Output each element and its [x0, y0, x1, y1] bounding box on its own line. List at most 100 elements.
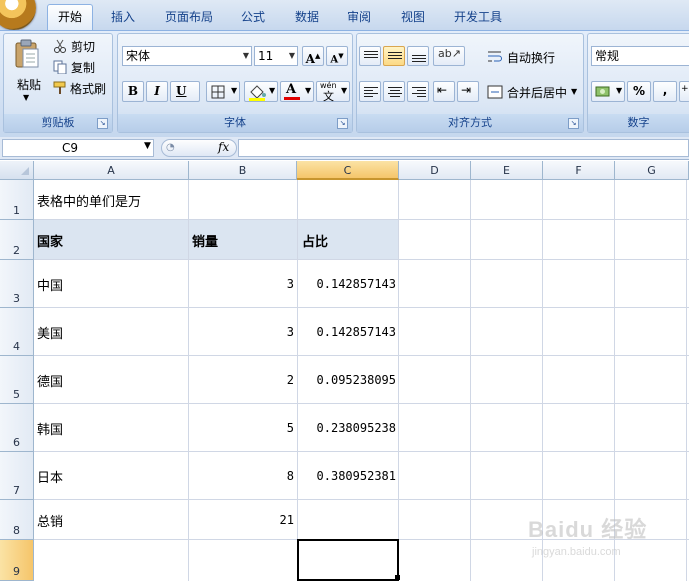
comma-button[interactable]: ,	[653, 81, 677, 102]
align-left-button[interactable]	[359, 81, 381, 102]
cell-c6[interactable]: 0.238095238	[297, 421, 396, 435]
align-left-icon	[364, 87, 378, 99]
fill-handle[interactable]	[395, 575, 400, 580]
cell-a4[interactable]: 美国	[37, 323, 63, 342]
cut-button[interactable]: 剪切	[50, 36, 110, 54]
align-center-button[interactable]	[383, 81, 405, 102]
shrink-font-button[interactable]: A▼	[326, 46, 348, 66]
borders-button[interactable]: ▼	[206, 81, 240, 102]
cell-b8[interactable]: 21	[189, 513, 294, 527]
font-size-select[interactable]: 11 ▼	[254, 46, 298, 66]
grow-font-button[interactable]: A▲	[302, 46, 324, 66]
tab-review[interactable]: 审阅	[337, 6, 381, 28]
cell-b3[interactable]: 3	[189, 277, 294, 291]
active-cell-c9[interactable]	[297, 539, 399, 581]
align-top-button[interactable]	[359, 46, 381, 66]
decrease-indent-button[interactable]: ⇤	[433, 81, 455, 102]
column-header-g[interactable]: G	[615, 161, 689, 180]
cell-c4[interactable]: 0.142857143	[297, 325, 396, 339]
tab-home[interactable]: 开始	[47, 4, 94, 30]
cell-c5[interactable]: 0.095238095	[297, 373, 396, 387]
number-format-select[interactable]: 常规	[591, 46, 689, 66]
column-header-d[interactable]: D	[399, 161, 471, 180]
cell-a1[interactable]: 表格中的单们是万	[37, 191, 141, 210]
tab-data[interactable]: 数据	[285, 6, 329, 28]
row-header-4[interactable]: 4	[0, 308, 34, 356]
merge-center-button[interactable]: 合并后居中 ▼	[484, 81, 580, 102]
tab-page-layout[interactable]: 页面布局	[155, 6, 223, 28]
column-header-f[interactable]: F	[543, 161, 615, 180]
chevron-down-icon: ▼	[571, 87, 578, 96]
alignment-group: ab↗ 自动换行 ⇤ ⇥ 合并后居中 ▼ 对齐方式 ↘	[356, 33, 584, 133]
percent-button[interactable]: %	[627, 81, 651, 102]
dialog-launcher-icon[interactable]: ↘	[97, 118, 108, 129]
fill-color-button[interactable]: ▼	[244, 81, 278, 102]
cell-c3[interactable]: 0.142857143	[297, 277, 396, 291]
cell-a5[interactable]: 德国	[37, 371, 63, 390]
font-color-swatch	[284, 97, 300, 100]
font-name-select[interactable]: 宋体 ▼	[122, 46, 252, 66]
resize-handle-icon[interactable]: ◔	[166, 142, 175, 153]
column-header-a[interactable]: A	[34, 161, 189, 180]
cell-b4[interactable]: 3	[189, 325, 294, 339]
tab-developer[interactable]: 开发工具	[444, 6, 512, 28]
cell-a6[interactable]: 韩国	[37, 419, 63, 438]
row-number: 2	[13, 244, 20, 257]
row-header-3[interactable]: 3	[0, 260, 34, 308]
formula-input[interactable]	[238, 139, 689, 157]
tab-insert[interactable]: 插入	[101, 6, 145, 28]
cell-b7[interactable]: 8	[189, 469, 294, 483]
orientation-button[interactable]: ab↗	[433, 46, 465, 66]
row-header-5[interactable]: 5	[0, 356, 34, 404]
chevron-down-icon: ▼	[242, 51, 249, 60]
cell-a8[interactable]: 总销	[37, 511, 63, 530]
row-number: 6	[13, 436, 20, 449]
text-orientation-icon: ab↗	[438, 47, 461, 60]
italic-button[interactable]: I	[146, 81, 168, 102]
align-middle-button[interactable]	[383, 46, 405, 66]
column-header-c[interactable]: C	[297, 161, 399, 180]
increase-indent-button[interactable]: ⇥	[457, 81, 479, 102]
cell-a7[interactable]: 日本	[37, 467, 63, 486]
row-header-7[interactable]: 7	[0, 452, 34, 500]
cell-a2[interactable]: 国家	[37, 231, 63, 250]
cell-b6[interactable]: 5	[189, 421, 294, 435]
borders-icon	[211, 85, 225, 99]
select-all-corner[interactable]	[0, 161, 34, 180]
tab-formulas[interactable]: 公式	[231, 6, 275, 28]
align-right-button[interactable]	[407, 81, 429, 102]
font-color-button[interactable]: A ▼	[280, 81, 314, 102]
row-header-9[interactable]: 9	[0, 540, 34, 581]
cell-b5[interactable]: 2	[189, 373, 294, 387]
row-header-2[interactable]: 2	[0, 220, 34, 260]
column-header-b[interactable]: B	[189, 161, 297, 180]
increase-decimal-button[interactable]: +.0	[679, 81, 689, 102]
currency-button[interactable]: ▼	[591, 81, 625, 102]
column-header-e[interactable]: E	[471, 161, 543, 180]
tab-view[interactable]: 视图	[391, 6, 435, 28]
dialog-launcher-icon[interactable]: ↘	[337, 118, 348, 129]
copy-button[interactable]: 复制	[50, 57, 110, 75]
format-painter-button[interactable]: 格式刷	[50, 78, 112, 96]
cell-b2[interactable]: 销量	[192, 231, 218, 250]
dialog-launcher-icon[interactable]: ↘	[568, 118, 579, 129]
gridline	[34, 403, 689, 404]
chevron-down-icon[interactable]: ▼	[144, 141, 151, 151]
name-box-value: C9	[62, 141, 79, 155]
row-header-6[interactable]: 6	[0, 404, 34, 452]
row-header-8[interactable]: 8	[0, 500, 34, 540]
underline-button[interactable]: U	[170, 81, 200, 102]
align-bottom-button[interactable]	[407, 46, 429, 66]
row-header-1[interactable]: 1	[0, 180, 34, 220]
paste-button[interactable]: 粘贴 ▼	[8, 36, 46, 112]
insert-function-button[interactable]: fx	[218, 140, 229, 154]
bold-button[interactable]: B	[122, 81, 144, 102]
gridline	[34, 499, 689, 500]
cell-c2[interactable]: 占比	[302, 231, 328, 250]
phonetic-glyph: 文	[323, 90, 334, 103]
cell-c7[interactable]: 0.380952381	[297, 469, 396, 483]
wrap-text-button[interactable]: 自动换行	[484, 46, 580, 66]
office-button[interactable]	[0, 0, 36, 30]
phonetic-button[interactable]: wén 文 ▼	[316, 81, 350, 103]
cell-a3[interactable]: 中国	[37, 275, 63, 294]
